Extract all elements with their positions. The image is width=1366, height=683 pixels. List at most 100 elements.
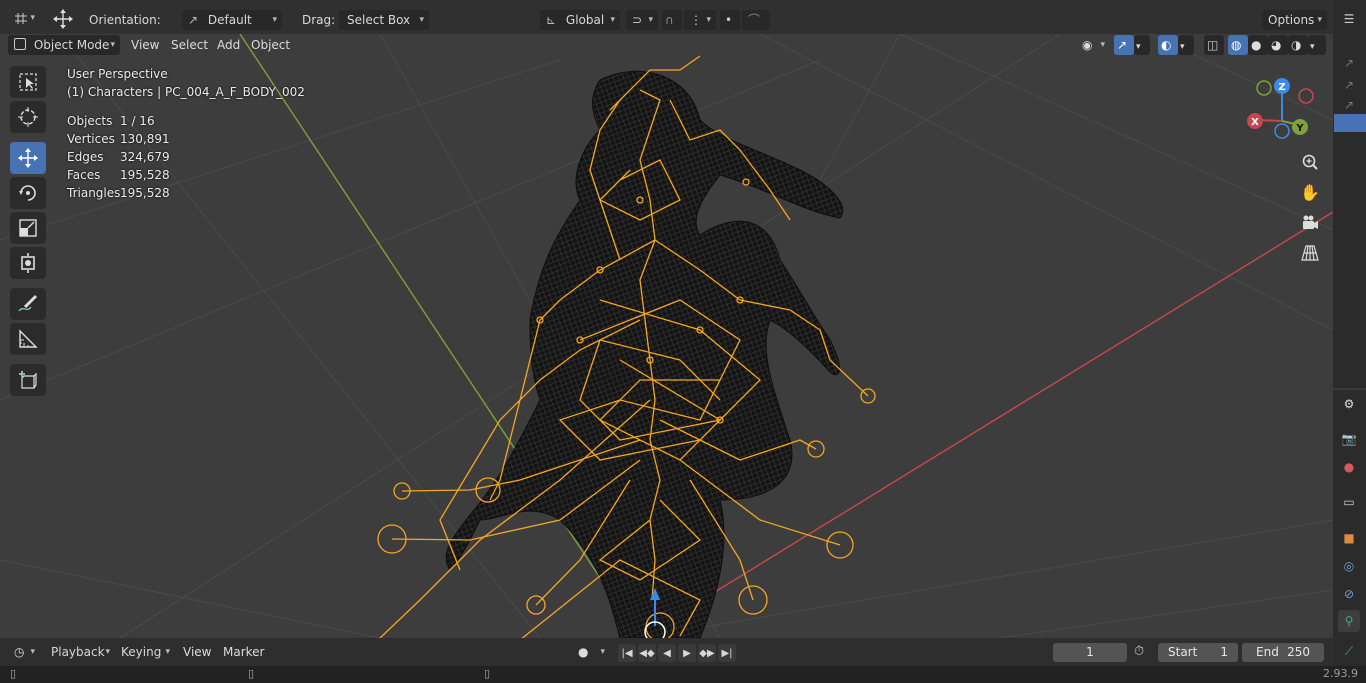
scale-tool[interactable] xyxy=(10,212,46,244)
overlays-icon: ◐ xyxy=(1161,38,1172,52)
physics-properties-icon[interactable]: ◎ xyxy=(1338,555,1360,577)
snap-toggle[interactable]: ∩ xyxy=(662,10,682,30)
viewport-header: Object Mode ▾ View Select Add Object ◉ ▾… xyxy=(0,34,1333,56)
playback-menu[interactable]: Playback ▾ xyxy=(45,642,115,662)
add-cube-tool[interactable] xyxy=(10,364,46,396)
tool-properties-icon[interactable]: ⚙ xyxy=(1338,393,1360,415)
menu-object[interactable]: Object xyxy=(245,35,296,55)
start-frame-field[interactable]: Start 1 xyxy=(1158,643,1238,662)
measure-tool[interactable] xyxy=(10,323,46,355)
global-axes-icon: ⊾ xyxy=(546,13,557,27)
chevron-down-icon: ▾ xyxy=(600,647,605,657)
perspective-toggle-button[interactable] xyxy=(1296,239,1324,267)
camera-view-button[interactable] xyxy=(1296,209,1324,237)
selected-outliner-row[interactable] xyxy=(1334,114,1366,132)
jump-to-start-button[interactable]: |◀ xyxy=(618,644,636,662)
orientation-dropdown[interactable]: ↗ Default ▾ xyxy=(182,10,282,30)
gizmo-dropdown[interactable]: ▾ xyxy=(1134,35,1150,55)
stopwatch-icon[interactable]: ⏱ xyxy=(1134,644,1152,662)
orientation-value: Default xyxy=(207,13,252,27)
mode-dropdown[interactable]: Object Mode ▾ xyxy=(8,35,120,55)
rotate-tool[interactable] xyxy=(10,177,46,209)
menu-view[interactable]: View xyxy=(125,35,165,55)
collection-properties-icon[interactable]: ▭ xyxy=(1338,491,1360,513)
drag-dropdown[interactable]: Select Box ▾ xyxy=(339,10,429,30)
shading-wireframe-button[interactable]: ◍ xyxy=(1228,35,1248,55)
proportional-edit-icon: • xyxy=(725,13,733,27)
end-frame-field[interactable]: End 250 xyxy=(1242,643,1324,662)
neg-z-axis-ball[interactable] xyxy=(1274,123,1290,139)
editor-type-button[interactable]: ▾ xyxy=(8,8,40,28)
keyframe-forward-icon: ◆▶ xyxy=(699,647,715,659)
cursor-tool[interactable] xyxy=(10,101,46,133)
gizmo-x-label: X xyxy=(1251,117,1259,128)
play-reverse-button[interactable]: ◀ xyxy=(658,644,676,662)
zoom-view-button[interactable] xyxy=(1296,148,1324,176)
stat-label-faces: Faces xyxy=(67,168,101,182)
xray-toggle[interactable]: ◫ xyxy=(1204,35,1224,55)
neg-x-axis-ball[interactable] xyxy=(1298,88,1314,104)
collection-arrow-icon[interactable]: ↗ xyxy=(1338,52,1360,74)
chevron-down-icon: ▾ xyxy=(110,40,115,50)
chevron-down-icon: ▾ xyxy=(610,15,615,25)
chevron-down-icon: ▾ xyxy=(30,647,35,657)
menu-select[interactable]: Select xyxy=(165,35,214,55)
material-sphere-icon: ◕ xyxy=(1271,38,1282,52)
bone-properties-icon[interactable]: ⟋ xyxy=(1338,640,1360,662)
navigation-gizmo[interactable]: Z Y X xyxy=(1240,74,1320,144)
timeline-view-menu[interactable]: View xyxy=(177,642,217,662)
chevron-down-icon: ▾ xyxy=(272,15,277,25)
render-properties-icon[interactable]: 📷 xyxy=(1338,428,1360,450)
annotate-tool[interactable] xyxy=(10,288,46,320)
grid-axis-icon xyxy=(15,13,27,24)
shading-dropdown[interactable]: ▾ xyxy=(1308,35,1326,55)
properties-tab-strip: ☰ ↗ ↗ ↗ ⚙ 📷 ● ▭ ■ ◎ ⊘ ⚲ ⟋ xyxy=(1333,0,1366,683)
3d-viewport[interactable]: User Perspective (1) Characters | PC_004… xyxy=(0,34,1333,638)
end-value: 250 xyxy=(1287,645,1310,659)
keying-menu[interactable]: Keying ▾ xyxy=(115,642,175,662)
neg-y-axis-ball[interactable] xyxy=(1256,80,1272,96)
move-tool-indicator-icon xyxy=(52,8,74,30)
pan-view-button[interactable]: ✋ xyxy=(1296,178,1324,206)
play-button[interactable]: ▶ xyxy=(678,644,696,662)
gizmo-toggle[interactable]: ↗ xyxy=(1114,35,1134,55)
jump-to-keyframe-forward-button[interactable]: ◆▶ xyxy=(698,644,716,662)
move-tool[interactable] xyxy=(10,142,46,174)
shading-material-button[interactable]: ◕ xyxy=(1268,35,1288,55)
orientation-label: Orientation: xyxy=(89,13,161,27)
snap-target-dropdown[interactable]: ⋮ ▾ xyxy=(684,10,716,30)
jump-end-icon: ▶| xyxy=(721,647,733,659)
shading-solid-button[interactable]: ● xyxy=(1248,35,1268,55)
auto-keying-toggle[interactable]: ● ▾ xyxy=(572,642,610,662)
object-data-armature-icon[interactable]: ⚲ xyxy=(1338,610,1360,632)
options-dropdown[interactable]: Options ▾ xyxy=(1262,10,1327,30)
falloff-dropdown[interactable]: ⌒ xyxy=(742,10,770,30)
character-mesh[interactable] xyxy=(445,70,843,638)
jump-to-end-button[interactable]: ▶| xyxy=(718,644,736,662)
overlays-dropdown[interactable]: ▾ xyxy=(1178,35,1194,55)
chevron-down-icon: ▾ xyxy=(30,13,35,23)
collection-arrow-icon[interactable]: ↗ xyxy=(1338,74,1360,96)
visibility-dropdown[interactable]: ◉ ▾ xyxy=(1076,35,1110,55)
object-properties-icon[interactable]: ■ xyxy=(1338,527,1360,549)
keyframe-back-icon: ◀◆ xyxy=(639,647,655,659)
transform-orientation-dropdown[interactable]: ⊾ Global ▾ xyxy=(540,10,620,30)
collection-arrow-icon[interactable]: ↗ xyxy=(1338,94,1360,116)
proportional-edit-toggle[interactable]: • xyxy=(720,10,740,30)
stat-label-triangles: Triangles xyxy=(67,186,121,200)
menu-add[interactable]: Add xyxy=(211,35,246,55)
pivot-point-dropdown[interactable]: ⊃ ▾ xyxy=(626,10,658,30)
hand-icon: ✋ xyxy=(1300,182,1320,202)
marker-menu[interactable]: Marker xyxy=(217,642,270,662)
timeline-editor-type-button[interactable]: ◷ ▾ xyxy=(8,642,40,662)
current-frame-field[interactable]: 1 xyxy=(1053,643,1127,662)
world-properties-icon[interactable]: ● xyxy=(1338,456,1360,478)
overlays-toggle[interactable]: ◐ xyxy=(1158,35,1178,55)
constraints-properties-icon[interactable]: ⊘ xyxy=(1338,583,1360,605)
transform-tool[interactable] xyxy=(10,247,46,279)
stat-value-edges: 324,679 xyxy=(120,150,170,164)
outliner-icon[interactable]: ☰ xyxy=(1338,8,1360,30)
jump-to-keyframe-back-button[interactable]: ◀◆ xyxy=(638,644,656,662)
shading-rendered-button[interactable]: ◑ xyxy=(1288,35,1308,55)
select-box-tool[interactable] xyxy=(10,66,46,98)
